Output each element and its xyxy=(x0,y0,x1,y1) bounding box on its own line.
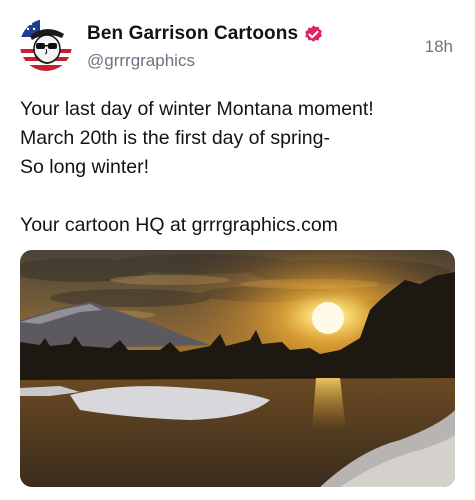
post-text-line: So long winter! xyxy=(20,156,149,178)
post-text-line: Your last day of winter Montana moment! xyxy=(20,98,374,120)
post-text-line: March 20th is the first day of spring- xyxy=(20,127,330,149)
author-display-name[interactable]: Ben Garrison Cartoons xyxy=(87,23,298,45)
author-handle[interactable]: @grrrgraphics xyxy=(87,51,195,71)
sunset-river-photo xyxy=(20,250,455,487)
post-photo[interactable] xyxy=(20,250,455,487)
post-text-blank-line xyxy=(20,182,460,211)
author-name-row: Ben Garrison Cartoons xyxy=(87,23,324,45)
cartoon-avatar-icon xyxy=(20,19,72,71)
verified-badge-icon xyxy=(303,24,324,45)
avatar[interactable] xyxy=(20,19,72,71)
post-text: Your last day of winter Montana moment! … xyxy=(20,95,460,240)
post-card[interactable]: Ben Garrison Cartoons @grrrgraphics 18h … xyxy=(0,0,475,500)
post-timestamp[interactable]: 18h xyxy=(425,37,453,57)
post-text-line: Your cartoon HQ at grrrgraphics.com xyxy=(20,214,338,236)
